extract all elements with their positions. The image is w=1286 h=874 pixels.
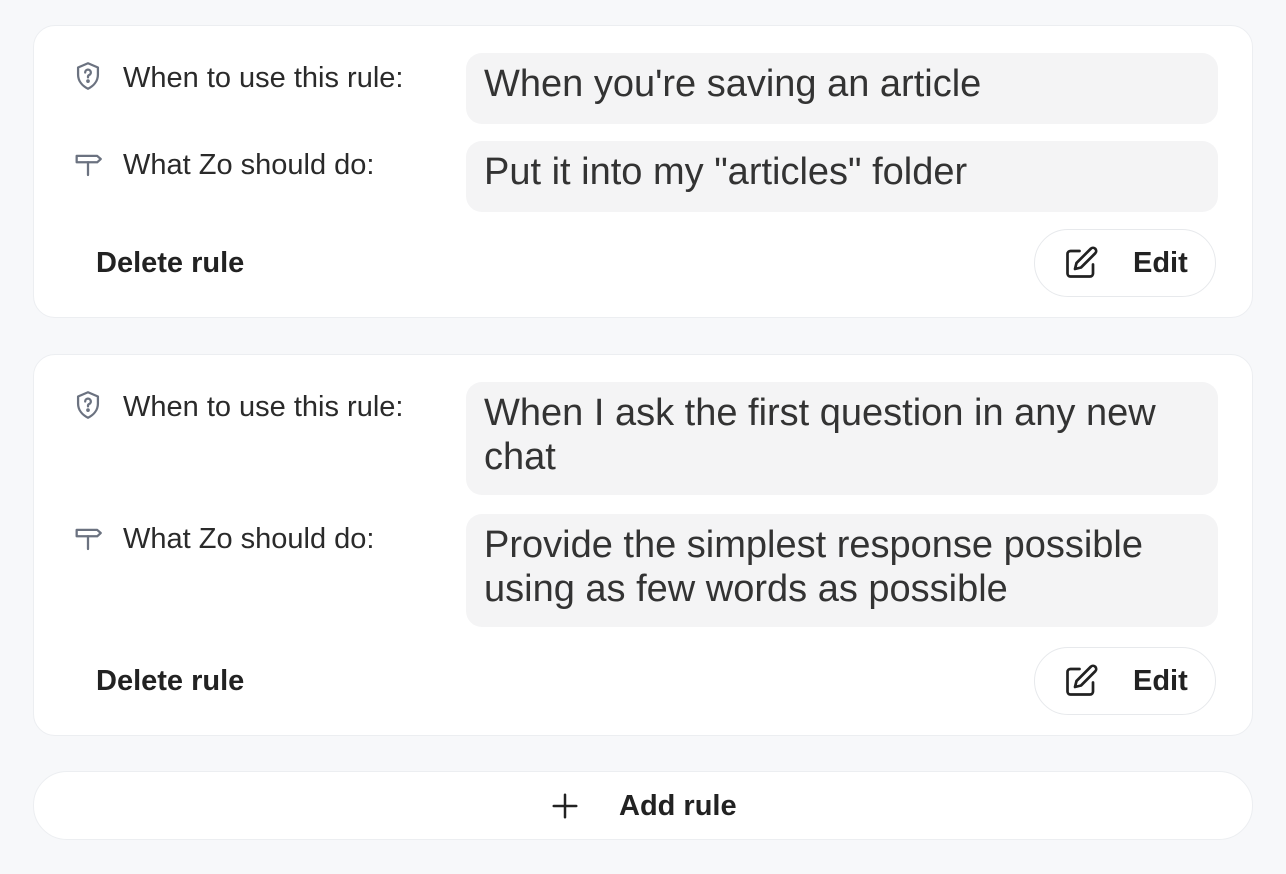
what-value: Put it into my "articles" folder [466, 141, 1218, 212]
what-label: What Zo should do: [123, 149, 375, 181]
shield-question-icon [70, 58, 106, 94]
when-label: When to use this rule: [123, 391, 404, 423]
add-rule-button[interactable]: Add rule [33, 771, 1253, 840]
what-label: What Zo should do: [123, 523, 375, 555]
when-row: When to use this rule: When you're savin… [70, 53, 1218, 126]
rule-card: When to use this rule: When I ask the fi… [33, 354, 1253, 736]
when-value: When you're saving an article [466, 53, 1218, 124]
rules-panel: When to use this rule: When you're savin… [0, 0, 1286, 874]
delete-rule-button[interactable]: Delete rule [96, 665, 244, 698]
what-row: What Zo should do: Put it into my "artic… [70, 141, 1218, 213]
what-row: What Zo should do: Provide the simplest … [70, 514, 1218, 629]
when-label: When to use this rule: [123, 62, 404, 94]
when-row: When to use this rule: When I ask the fi… [70, 382, 1218, 497]
plus-icon [552, 793, 578, 819]
delete-rule-button[interactable]: Delete rule [96, 247, 244, 280]
edit-icon [1066, 246, 1098, 278]
signpost-icon [70, 519, 106, 555]
edit-button[interactable]: Edit [1034, 647, 1216, 715]
what-value: Provide the simplest response possible u… [466, 514, 1218, 627]
add-rule-label: Add rule [619, 790, 737, 822]
edit-label: Edit [1133, 246, 1188, 279]
rule-actions: Delete rule Edit [34, 229, 1252, 299]
rule-card: When to use this rule: When you're savin… [33, 25, 1253, 318]
when-value: When I ask the first question in any new… [466, 382, 1218, 495]
signpost-icon [70, 145, 106, 181]
edit-button[interactable]: Edit [1034, 229, 1216, 297]
edit-label: Edit [1133, 664, 1188, 697]
edit-icon [1066, 664, 1098, 696]
rule-actions: Delete rule Edit [34, 647, 1252, 717]
shield-question-icon [70, 387, 106, 423]
